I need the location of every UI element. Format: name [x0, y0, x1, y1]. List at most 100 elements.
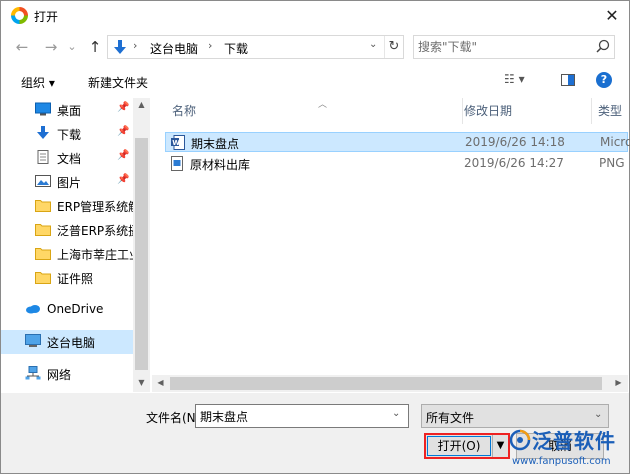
sidebar-item-label: 这台电脑	[47, 336, 96, 350]
search-input[interactable]	[418, 38, 588, 56]
scrollbar-thumb[interactable]	[135, 138, 148, 370]
search-icon[interactable]	[595, 38, 611, 56]
sidebar-item-label: 图片	[57, 176, 82, 190]
sidebar-item-folder-fanpu[interactable]: 泛普ERP系统摄	[1, 218, 140, 242]
watermark-url: www.fanpusoft.com	[512, 456, 611, 467]
refresh-button[interactable]: ↻	[384, 36, 403, 58]
sidebar-item-label: 下载	[57, 128, 82, 142]
pin-icon: 📌	[117, 126, 130, 137]
image-file-icon	[171, 156, 183, 171]
navigation-pane-scrollbar[interactable]: ▲ ▼	[133, 98, 150, 392]
file-list-horizontal-scrollbar[interactable]: ◀ ▶	[152, 375, 628, 392]
search-box	[413, 35, 615, 59]
breadcrumb-downloads[interactable]: 下载	[224, 40, 248, 57]
word-doc-icon: W	[171, 135, 185, 150]
forward-arrow-icon: →	[44, 38, 58, 56]
watermark-logo-icon	[509, 429, 531, 451]
file-modified: 2019/6/26 14:27	[464, 156, 564, 170]
breadcrumb-separator: ›	[133, 39, 138, 52]
sidebar-item-label: 证件照	[57, 272, 94, 286]
sidebar-item-folder-photos[interactable]: 证件照	[1, 266, 133, 290]
desktop-icon	[35, 102, 51, 116]
computer-icon	[25, 334, 41, 347]
file-modified: 2019/6/26 14:18	[465, 135, 565, 149]
sidebar-item-folder-erp[interactable]: ERP管理系统解	[1, 194, 140, 218]
chevron-down-icon[interactable]: ⌄	[392, 408, 400, 419]
sidebar-item-documents[interactable]: 文档 📌	[1, 146, 133, 170]
onedrive-icon	[26, 305, 40, 314]
sidebar-item-desktop[interactable]: 桌面 📌	[1, 98, 133, 122]
scroll-left-icon[interactable]: ◀	[152, 378, 169, 387]
sidebar-item-network[interactable]: 网络	[1, 362, 133, 386]
help-icon[interactable]: ?	[596, 72, 612, 88]
sidebar-item-folder-shanghai[interactable]: 上海市莘庄工业	[1, 242, 141, 266]
pin-icon: 📌	[117, 102, 130, 113]
chevron-down-icon: ⌄	[594, 409, 603, 420]
app-icon	[11, 7, 28, 24]
folder-icon	[35, 200, 51, 212]
scroll-right-icon[interactable]: ▶	[610, 378, 627, 387]
pictures-icon	[35, 175, 51, 187]
pin-icon: 📌	[117, 150, 130, 161]
column-header-type[interactable]: 类型	[592, 98, 628, 124]
sidebar-item-label: 桌面	[57, 104, 82, 118]
sidebar-item-label: 泛普ERP系统摄	[57, 224, 141, 238]
svg-text:W: W	[172, 139, 180, 147]
open-split-dropdown[interactable]: ▼	[492, 435, 508, 457]
open-button-label[interactable]: 打开(O)	[426, 435, 492, 457]
chevron-down-icon: ⌄	[67, 40, 77, 53]
navigation-pane: 桌面 📌 下载 📌 文档 📌 图片 📌 ERP管理系统解 泛普ERP系统摄 上海…	[1, 98, 151, 392]
recent-locations-button[interactable]: ⌄	[61, 36, 83, 58]
new-folder-button[interactable]: 新建文件夹	[88, 74, 148, 91]
column-header-modified[interactable]: 修改日期	[458, 98, 592, 124]
column-header-label: 类型	[598, 104, 623, 118]
up-arrow-icon: ↑	[88, 38, 102, 56]
filename-input[interactable]	[200, 408, 380, 424]
title-bar: 打开 ✕	[1, 1, 629, 31]
file-type: PNG	[599, 156, 625, 170]
document-icon	[37, 150, 49, 164]
refresh-icon: ↻	[388, 39, 400, 54]
folder-icon	[35, 224, 51, 236]
close-button[interactable]: ✕	[597, 2, 627, 30]
column-header-label: 修改日期	[464, 104, 513, 118]
address-bar[interactable]: › 这台电脑 › 下载 ⌄ ↻	[107, 35, 404, 59]
breadcrumb-separator: ›	[208, 39, 213, 52]
sidebar-item-label: 文档	[57, 152, 82, 166]
breadcrumb-this-pc[interactable]: 这台电脑	[150, 40, 198, 57]
sidebar-item-onedrive[interactable]: OneDrive	[1, 298, 133, 322]
sidebar-item-label: 网络	[47, 368, 72, 382]
open-button[interactable]: 打开(O) ▼	[424, 433, 510, 459]
forward-button[interactable]: →	[40, 36, 62, 58]
sidebar-item-label: 上海市莘庄工业	[57, 248, 142, 262]
download-folder-icon	[114, 40, 126, 54]
file-type: Micro	[600, 135, 630, 149]
column-header-label: 名称	[172, 104, 197, 118]
up-button[interactable]: ↑	[84, 36, 106, 58]
folder-icon	[35, 248, 51, 260]
back-arrow-icon: ←	[15, 38, 29, 56]
sidebar-item-label: ERP管理系统解	[57, 200, 141, 214]
sidebar-item-this-pc[interactable]: 这台电脑	[1, 330, 133, 354]
filename-combobox: ⌄	[195, 404, 409, 428]
scroll-down-icon[interactable]: ▼	[133, 378, 150, 387]
download-icon	[37, 126, 49, 139]
sort-ascending-icon: ︿	[318, 100, 328, 110]
preview-pane-icon[interactable]	[561, 74, 575, 86]
organize-menu[interactable]: 组织 ▾	[21, 74, 55, 91]
sidebar-item-downloads[interactable]: 下载 📌	[1, 122, 133, 146]
file-list: ︿ 名称 修改日期 类型 W 期末盘点 2019/6/26 14:18 Micr…	[152, 98, 630, 392]
back-button[interactable]: ←	[11, 36, 33, 58]
scrollbar-thumb[interactable]	[170, 377, 602, 390]
file-name: 期末盘点	[191, 137, 240, 151]
column-header-name[interactable]: ︿ 名称	[165, 98, 463, 124]
folder-icon	[35, 272, 51, 284]
sidebar-item-pictures[interactable]: 图片 📌	[1, 170, 133, 194]
file-type-value: 所有文件	[426, 411, 475, 425]
change-view-button[interactable]: ☷ ▾	[504, 72, 538, 90]
address-dropdown-icon[interactable]: ⌄	[369, 39, 377, 50]
file-row[interactable]: 原材料出库 2019/6/26 14:27 PNG	[165, 154, 628, 174]
file-row[interactable]: W 期末盘点 2019/6/26 14:18 Micro	[165, 132, 630, 152]
window-title: 打开	[34, 10, 59, 24]
scroll-up-icon[interactable]: ▲	[133, 100, 150, 109]
